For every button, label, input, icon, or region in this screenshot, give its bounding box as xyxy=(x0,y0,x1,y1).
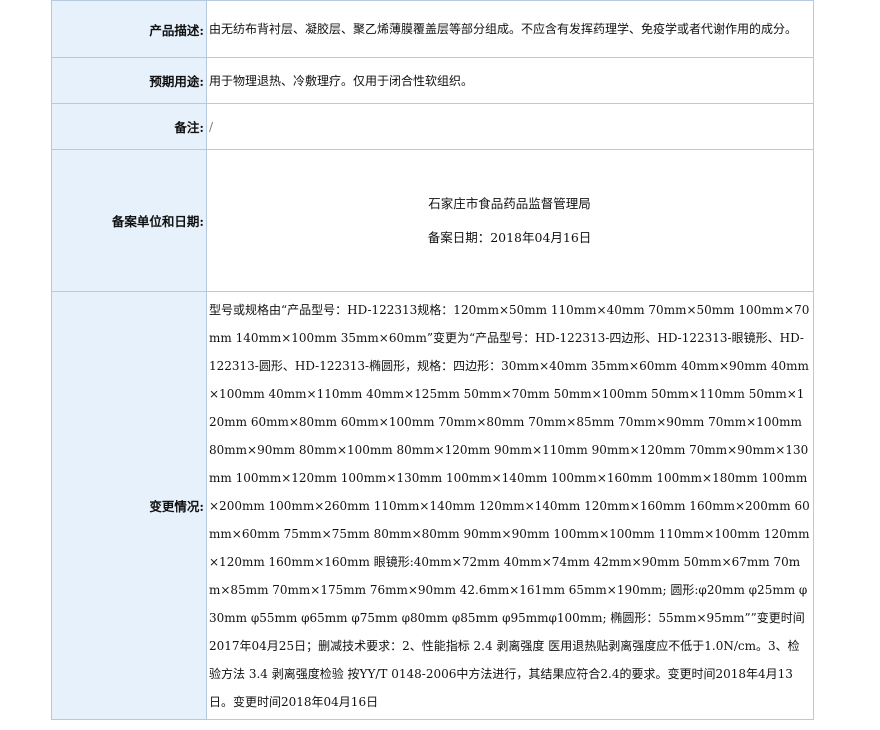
filing-unit-box: 石家庄市食品药品监督管理局 备案日期：2018年04月16日 xyxy=(209,187,810,255)
row-filing-unit-date: 备案单位和日期: 石家庄市食品药品监督管理局 备案日期：2018年04月16日 xyxy=(51,149,814,292)
intended-use-label: 预期用途: xyxy=(51,57,207,104)
filing-unit-date-value: 石家庄市食品药品监督管理局 备案日期：2018年04月16日 xyxy=(206,149,814,292)
product-description-label: 产品描述: xyxy=(51,0,207,58)
change-status-value: 型号或规格由“产品型号：HD-122313规格：120mm×50mm 110mm… xyxy=(206,291,814,720)
row-intended-use: 预期用途: 用于物理退热、冷敷理疗。仅用于闭合性软组织。 xyxy=(51,57,814,104)
record-detail-table: 产品描述: 由无纺布背衬层、凝胶层、聚乙烯薄膜覆盖层等部分组成。不应含有发挥药理… xyxy=(51,0,814,720)
product-description-value: 由无纺布背衬层、凝胶层、聚乙烯薄膜覆盖层等部分组成。不应含有发挥药理学、免疫学或… xyxy=(206,0,814,58)
remarks-label: 备注: xyxy=(51,103,207,150)
row-change-status: 变更情况: 型号或规格由“产品型号：HD-122313规格：120mm×50mm… xyxy=(51,291,814,720)
remarks-value: / xyxy=(206,103,814,150)
row-product-description: 产品描述: 由无纺布背衬层、凝胶层、聚乙烯薄膜覆盖层等部分组成。不应含有发挥药理… xyxy=(51,0,814,58)
row-remarks: 备注: / xyxy=(51,103,814,150)
filing-unit-date-label: 备案单位和日期: xyxy=(51,149,207,292)
change-status-label: 变更情况: xyxy=(51,291,207,720)
filing-date: 备案日期：2018年04月16日 xyxy=(427,229,592,245)
intended-use-value: 用于物理退热、冷敷理疗。仅用于闭合性软组织。 xyxy=(206,57,814,104)
filing-unit-name: 石家庄市食品药品监督管理局 xyxy=(428,195,591,211)
change-status-text: 型号或规格由“产品型号：HD-122313规格：120mm×50mm 110mm… xyxy=(209,302,810,709)
